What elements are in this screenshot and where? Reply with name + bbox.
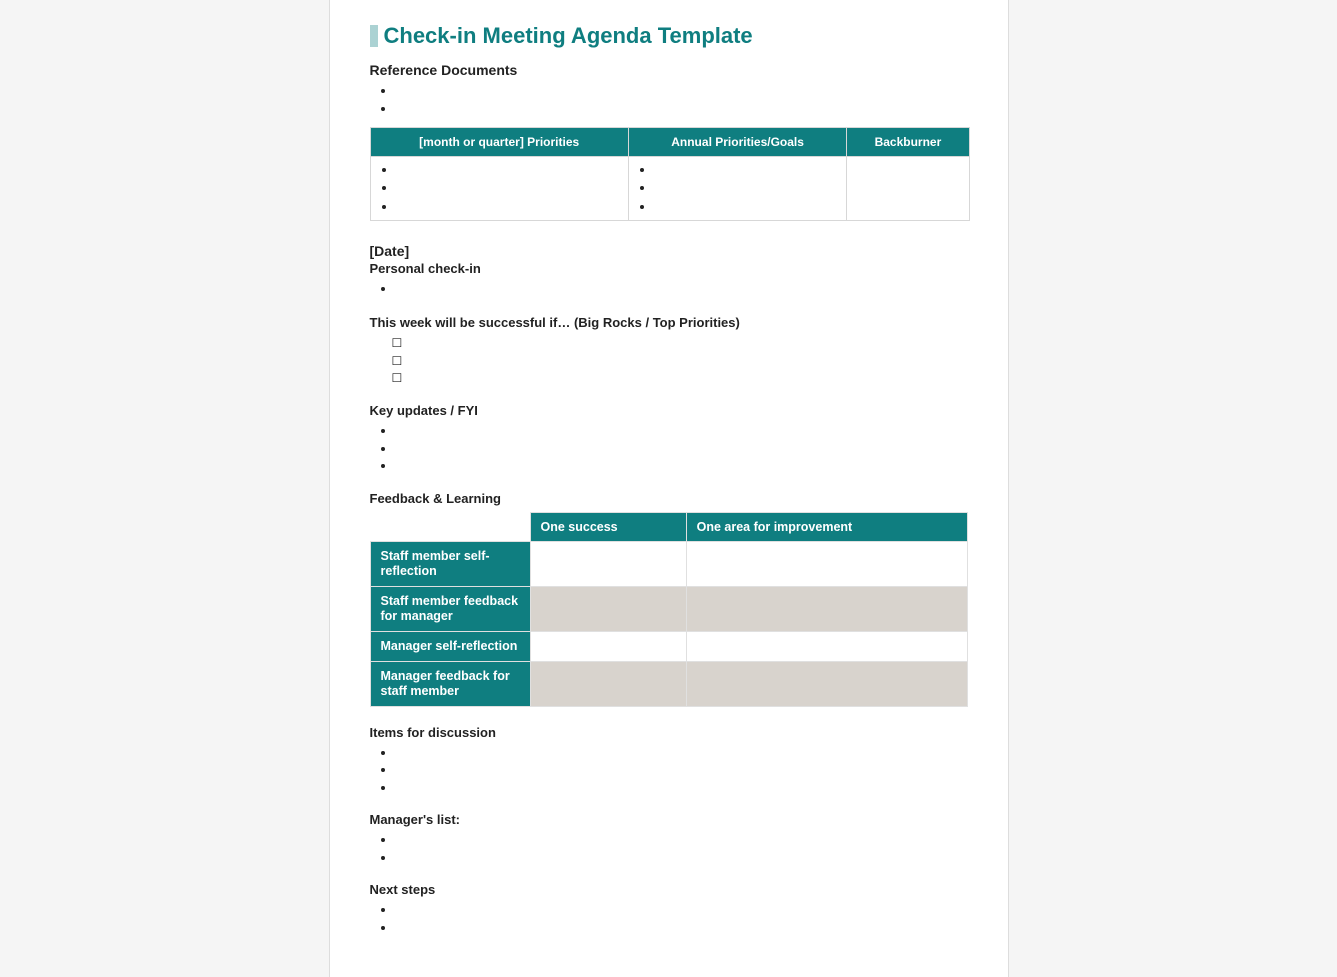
list-item xyxy=(396,761,968,779)
list-item xyxy=(396,831,968,849)
list-item xyxy=(655,179,842,197)
section-items-discussion: Items for discussion xyxy=(370,725,968,740)
reference-documents-list xyxy=(370,82,968,117)
feedback-cell xyxy=(530,541,686,586)
section-key-updates: Key updates / FYI xyxy=(370,403,968,418)
section-successful-if: This week will be successful if… (Big Ro… xyxy=(370,315,968,330)
list-item xyxy=(396,779,968,797)
list-item xyxy=(396,457,968,475)
managers-list xyxy=(370,831,968,866)
checkbox-item[interactable] xyxy=(392,369,968,387)
list-item xyxy=(396,849,968,867)
list-item xyxy=(396,82,968,100)
list-item xyxy=(396,280,968,298)
section-date: [Date] xyxy=(370,243,968,259)
feedback-cell xyxy=(686,661,967,706)
page-background: Check-in Meeting Agenda Template Referen… xyxy=(0,0,1337,977)
priorities-header-annual: Annual Priorities/Goals xyxy=(628,128,846,157)
list-item xyxy=(396,440,968,458)
feedback-cell xyxy=(686,541,967,586)
section-reference-documents: Reference Documents xyxy=(370,62,968,78)
feedback-col-success: One success xyxy=(530,512,686,541)
priorities-cell-period xyxy=(370,157,628,221)
feedback-cell xyxy=(530,586,686,631)
list-item xyxy=(397,161,624,179)
items-discussion-list xyxy=(370,744,968,797)
feedback-cell xyxy=(686,586,967,631)
list-item xyxy=(396,919,968,937)
list-item xyxy=(396,901,968,919)
checkbox-item[interactable] xyxy=(392,352,968,370)
document-page: Check-in Meeting Agenda Template Referen… xyxy=(329,0,1009,977)
personal-checkin-list xyxy=(370,280,968,298)
doc-title: Check-in Meeting Agenda Template xyxy=(384,24,753,48)
feedback-row-manager-self: Manager self-reflection xyxy=(370,631,530,661)
section-next-steps: Next steps xyxy=(370,882,968,897)
title-row: Check-in Meeting Agenda Template xyxy=(370,24,968,48)
priorities-header-period: [month or quarter] Priorities xyxy=(370,128,628,157)
list-item xyxy=(396,422,968,440)
feedback-row-staff-for-manager: Staff member feedback for manager xyxy=(370,586,530,631)
successful-if-checklist xyxy=(370,334,968,387)
list-item xyxy=(655,198,842,216)
feedback-col-improvement: One area for improvement xyxy=(686,512,967,541)
list-item xyxy=(397,179,624,197)
list-item xyxy=(655,161,842,179)
next-steps-list xyxy=(370,901,968,936)
feedback-row-staff-self: Staff member self-reflection xyxy=(370,541,530,586)
checkbox-item[interactable] xyxy=(392,334,968,352)
list-item xyxy=(397,198,624,216)
priorities-cell-annual xyxy=(628,157,846,221)
section-feedback-learning: Feedback & Learning xyxy=(370,491,968,506)
list-item xyxy=(396,100,968,118)
feedback-cell xyxy=(686,631,967,661)
feedback-cell xyxy=(530,661,686,706)
feedback-cell xyxy=(530,631,686,661)
section-personal-checkin: Personal check-in xyxy=(370,261,968,276)
section-managers-list: Manager's list: xyxy=(370,812,968,827)
list-item xyxy=(396,744,968,762)
priorities-header-backburner: Backburner xyxy=(847,128,969,157)
feedback-table: One success One area for improvement Sta… xyxy=(370,512,968,707)
priorities-table: [month or quarter] Priorities Annual Pri… xyxy=(370,127,970,221)
bookmark-icon xyxy=(370,25,378,47)
key-updates-list xyxy=(370,422,968,475)
feedback-table-corner xyxy=(370,512,530,541)
priorities-cell-backburner xyxy=(847,157,969,221)
feedback-row-manager-for-staff: Manager feedback for staff member xyxy=(370,661,530,706)
